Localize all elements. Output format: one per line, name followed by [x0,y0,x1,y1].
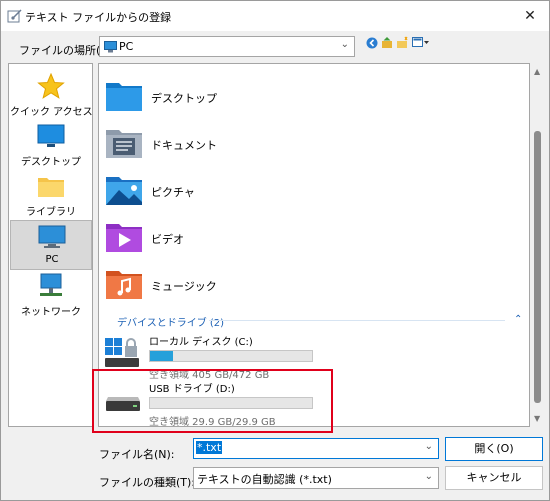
place-label: ライブラリ [26,207,76,218]
folder-label: ミュージック [151,280,217,293]
drive-usage-fill [150,351,173,361]
list-item-music[interactable]: ミュージック [105,263,405,307]
scroll-up-icon[interactable]: ▲ [534,67,540,76]
scroll-down-icon[interactable]: ▼ [534,414,540,423]
place-label: クイック アクセス [10,107,93,118]
windows-drive-icon [105,338,139,367]
videos-folder-icon [106,224,142,252]
drive-name: ローカル ディスク (C:) [149,337,253,348]
folder-label: ドキュメント [151,139,217,152]
file-open-dialog: テキスト ファイルからの登録 ✕ ファイルの場所(I): PC ⌄ クイック ア… [0,0,550,501]
folder-label: ピクチャ [151,186,195,199]
place-label: ネットワーク [21,307,81,318]
annotation-highlight-box [92,369,333,433]
dialog-title: テキスト ファイルからの登録 [25,11,172,24]
desktop-folder-icon [106,83,142,111]
close-button[interactable]: ✕ [519,5,541,27]
chevron-down-icon[interactable]: ⌄ [425,471,433,482]
filetype-label: ファイルの種類(T): [99,476,196,489]
pc-icon [38,225,66,248]
filename-value[interactable]: *.txt [196,441,223,454]
documents-folder-icon [106,130,142,158]
place-label: PC [45,254,59,265]
place-pc[interactable]: PC [10,220,92,270]
network-icon [40,273,62,296]
scroll-thumb[interactable] [534,131,541,403]
desktop-icon [37,124,65,147]
list-item-videos[interactable]: ビデオ [105,216,405,260]
location-value: PC [119,40,134,53]
pc-small-icon [104,41,117,53]
title-bar: テキスト ファイルからの登録 ✕ [1,1,549,31]
back-icon[interactable] [366,37,378,49]
view-menu-icon[interactable] [412,36,430,49]
place-quick-access[interactable]: クイック アクセス [10,70,93,120]
location-combo[interactable]: PC ⌄ [99,36,355,57]
filetype-value: テキストの自動認識 (*.txt) [197,473,332,486]
cancel-button[interactable]: キャンセル [445,466,543,490]
chevron-down-icon[interactable]: ⌄ [425,441,433,452]
place-network[interactable]: ネットワーク [10,270,92,320]
pictures-folder-icon [106,177,142,205]
close-icon: ✕ [524,8,536,24]
folder-label: デスクトップ [151,92,217,105]
filename-input[interactable]: *.txt ⌄ [193,438,439,459]
place-label: デスクトップ [21,157,81,168]
place-desktop[interactable]: デスクトップ [10,120,92,170]
vertical-scrollbar[interactable]: ▲ ▼ [531,63,545,427]
open-button[interactable]: 開く(O) [445,437,543,461]
new-folder-icon[interactable] [396,36,409,49]
location-label: ファイルの場所(I): [19,44,112,57]
chevron-up-icon[interactable]: ⌃ [514,314,522,325]
list-item-pictures[interactable]: ピクチャ [105,169,405,213]
place-library[interactable]: ライブラリ [10,170,92,220]
star-icon [37,73,65,99]
drive-usage-bar [149,350,313,362]
group-divider [209,320,505,321]
list-item-documents[interactable]: ドキュメント [105,122,405,166]
list-item-desktop[interactable]: デスクトップ [105,75,405,119]
places-bar: クイック アクセス デスクトップ ライブラリ PC ネットワーク [8,63,93,427]
library-folder-icon [38,178,64,197]
up-folder-icon[interactable] [381,36,393,49]
filename-label: ファイル名(N): [99,448,175,461]
filetype-select[interactable]: テキストの自動認識 (*.txt) ⌄ [193,467,439,489]
music-folder-icon [106,271,142,299]
folder-label: ビデオ [151,233,184,246]
chevron-down-icon[interactable]: ⌄ [341,39,349,50]
dialog-app-icon [7,9,22,23]
group-header-devices[interactable]: デバイスとドライブ (2) [117,314,224,329]
